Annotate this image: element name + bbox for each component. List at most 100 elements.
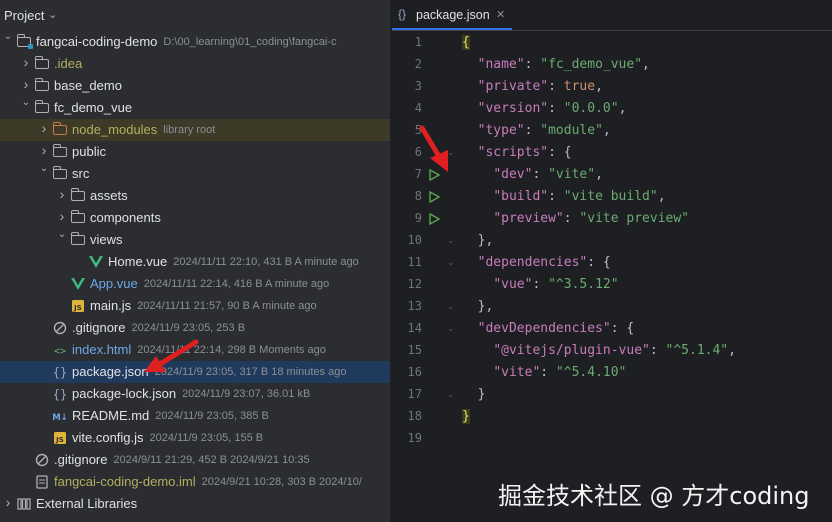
- chevron-right-icon[interactable]: ›: [20, 54, 32, 70]
- line-number: 5: [414, 123, 422, 137]
- code-token: "private": [477, 79, 549, 94]
- code-token: true: [563, 79, 596, 94]
- tree-item-label: views: [90, 232, 123, 247]
- code-token: }: [462, 409, 470, 424]
- fold-marker-icon[interactable]: ⌄: [447, 323, 455, 334]
- code-token: :: [548, 101, 564, 116]
- tree-item-meta: library root: [163, 124, 216, 136]
- code-token: "vite": [493, 365, 541, 380]
- chevron-right-icon[interactable]: ›: [38, 120, 50, 136]
- vue-file-icon: [88, 254, 104, 270]
- svg-text:<>: <>: [54, 346, 66, 357]
- code-token: "type": [477, 123, 525, 138]
- code-token: "vue": [493, 277, 533, 292]
- project-panel-title[interactable]: Project: [4, 8, 44, 23]
- tree-item[interactable]: ⌄ views: [0, 229, 390, 251]
- tree-item[interactable]: .gitignore 2024/11/9 23:05, 253 B: [0, 317, 390, 339]
- code-token: :: [532, 277, 549, 292]
- project-panel-header[interactable]: Project ⌄: [0, 0, 390, 30]
- line-number: 3: [414, 79, 422, 93]
- tree-item[interactable]: {} package-lock.json 2024/11/9 23:07, 36.0…: [0, 383, 390, 405]
- chevron-right-icon[interactable]: ›: [56, 186, 68, 202]
- tree-item[interactable]: JS main.js 2024/11/11 21:57, 90 B A minute…: [0, 295, 390, 317]
- code-token: "vite build": [563, 189, 658, 204]
- tree-item[interactable]: fangcai-coding-demo.iml 2024/9/21 10:28, …: [0, 471, 390, 493]
- tree-item[interactable]: › public: [0, 141, 390, 163]
- tree-item[interactable]: <> index.html 2024/11/11 22:14, 298 B Mome…: [0, 339, 390, 361]
- tree-item-label: App.vue: [90, 276, 138, 291]
- tree-item[interactable]: › node_modules library root: [0, 119, 390, 141]
- json-file-icon: {}: [52, 386, 68, 402]
- tree-item-label: package-lock.json: [72, 386, 177, 401]
- chevron-down-icon[interactable]: ⌄: [48, 8, 57, 21]
- line-number: 19: [407, 431, 422, 445]
- tree-item[interactable]: Home.vue 2024/11/11 22:10, 431 B A minute…: [0, 251, 390, 273]
- tree-item-meta: 2024/9/21 10:28, 303 B 2024/10/: [201, 476, 362, 488]
- tree-item[interactable]: JS vite.config.js 2024/11/9 23:05, 155 B: [0, 427, 390, 449]
- code-token: "^3.5.12": [548, 277, 619, 292]
- tree-item[interactable]: › assets: [0, 185, 390, 207]
- chevron-right-icon[interactable]: ›: [56, 208, 68, 224]
- line-number: 15: [407, 343, 422, 357]
- tree-item[interactable]: App.vue 2024/11/11 22:14, 416 B A minute …: [0, 273, 390, 295]
- tree-item[interactable]: ⌄ fc_demo_vue: [0, 97, 390, 119]
- folder-icon: [34, 56, 50, 72]
- chevron-down-icon[interactable]: ⌄: [56, 229, 68, 240]
- tree-item-label: .gitignore: [54, 452, 108, 467]
- folder-icon: [52, 166, 68, 182]
- tree-item[interactable]: M↓ README.md 2024/11/9 23:05, 385 B: [0, 405, 390, 427]
- code-line: "scripts": {: [462, 145, 572, 160]
- chevron-right-icon[interactable]: ›: [2, 494, 14, 510]
- chevron-down-icon[interactable]: ⌄: [20, 97, 32, 108]
- line-number: 18: [407, 409, 422, 423]
- code-line: },: [462, 233, 494, 248]
- line-number: 12: [407, 277, 422, 291]
- code-token: ,: [595, 167, 603, 182]
- run-script-icon[interactable]: [428, 169, 440, 181]
- tree-item-meta: 2024/11/9 23:05, 155 B: [149, 432, 264, 444]
- run-script-icon[interactable]: [428, 191, 440, 203]
- tree-item[interactable]: › External Libraries: [0, 493, 390, 515]
- code-token: "dependencies": [477, 255, 588, 270]
- code-token: "dev": [493, 167, 533, 182]
- code-line: }: [462, 387, 486, 402]
- fold-marker-icon[interactable]: ⌄: [447, 257, 455, 268]
- gitignore-icon: [34, 452, 50, 468]
- tree-item[interactable]: .gitignore 2024/9/11 21:29, 452 B 2024/9/…: [0, 449, 390, 471]
- code-token: :: [649, 343, 666, 358]
- svg-text:{}: {}: [53, 388, 67, 402]
- fold-marker-icon[interactable]: ⌄: [447, 235, 455, 246]
- tab-package-json[interactable]: {} package.json ✕: [392, 0, 512, 30]
- tree-item-label: package.json: [72, 364, 149, 379]
- chevron-down-icon[interactable]: ⌄: [2, 31, 14, 42]
- chevron-right-icon[interactable]: ›: [38, 142, 50, 158]
- vue-file-icon: [70, 276, 86, 292]
- folder-icon: [70, 232, 86, 248]
- tree-item[interactable]: › components: [0, 207, 390, 229]
- chevron-down-icon[interactable]: ⌄: [38, 163, 50, 174]
- code-token: ,: [642, 57, 650, 72]
- code-token: : {: [610, 321, 635, 336]
- fold-marker-icon[interactable]: ⌄: [447, 147, 455, 158]
- watermark: 掘金技术社区 @ 方才coding: [498, 482, 810, 510]
- code-token: :: [548, 189, 564, 204]
- close-icon[interactable]: ✕: [496, 8, 505, 21]
- fold-marker-icon[interactable]: ⌄: [447, 301, 455, 312]
- run-script-icon[interactable]: [428, 213, 440, 225]
- tree-item[interactable]: ⌄ src: [0, 163, 390, 185]
- tree-item-label: index.html: [72, 342, 132, 357]
- tree-item[interactable]: {} package.json 2024/11/9 23:05, 317 B 18 …: [0, 361, 390, 383]
- tree-item[interactable]: ⌄ fangcai-coding-demo D:\00_learning\01_co…: [0, 31, 390, 53]
- chevron-right-icon[interactable]: ›: [20, 76, 32, 92]
- tree-item[interactable]: › .idea: [0, 53, 390, 75]
- tree-item[interactable]: › base_demo: [0, 75, 390, 97]
- code-token: "build": [493, 189, 549, 204]
- code-token: "0.0.0": [563, 101, 619, 116]
- fold-marker-icon[interactable]: ⌄: [447, 389, 455, 400]
- code-line: "@vitejs/plugin-vue": "^5.1.4",: [462, 343, 736, 358]
- code-token: :: [540, 365, 556, 380]
